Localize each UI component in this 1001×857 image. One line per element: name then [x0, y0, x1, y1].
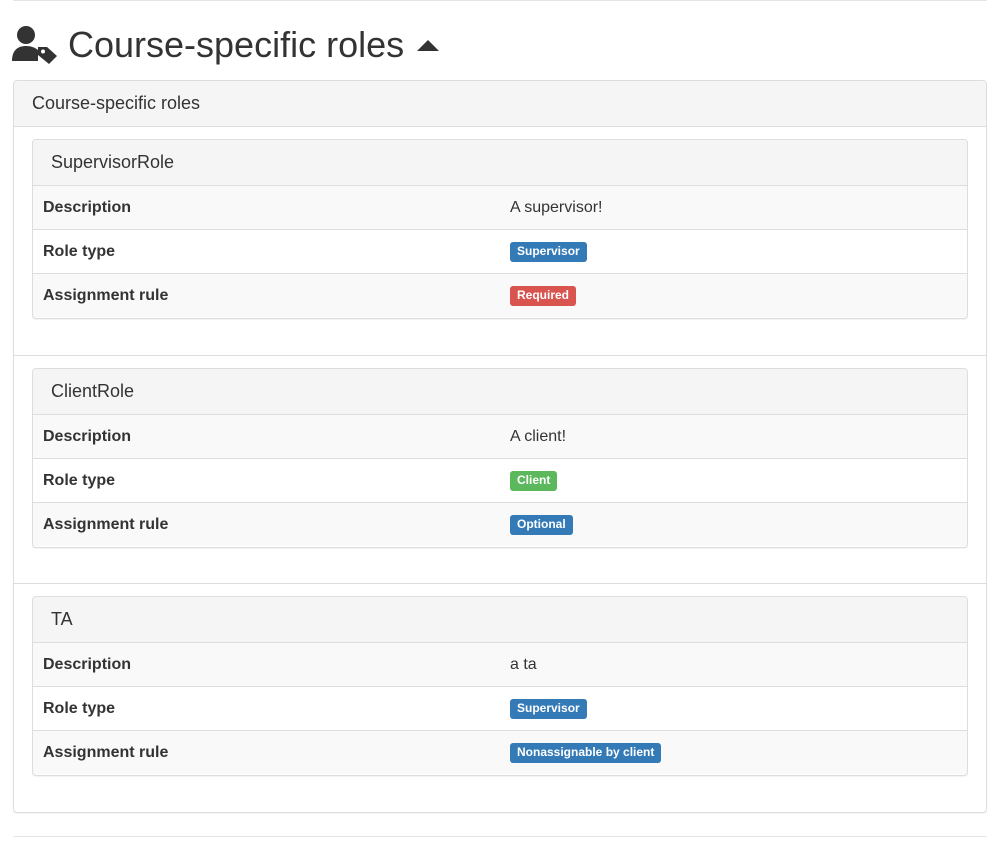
table-row: Assignment rule Required	[33, 273, 967, 317]
table-row: Role type Supervisor	[33, 229, 967, 274]
assignment-rule-badge: Required	[510, 285, 577, 306]
caret-up-icon[interactable]	[416, 38, 440, 52]
table-row: Description a ta	[33, 643, 967, 687]
roles-panel: Course-specific roles SupervisorRole Des…	[13, 80, 987, 813]
assignment-rule-badge: Nonassignable by client	[510, 742, 662, 763]
role-name: SupervisorRole	[33, 140, 967, 186]
description-value: a ta	[500, 643, 967, 687]
role-card: TA Description a ta Role type Supervisor…	[32, 596, 968, 776]
description-value: A supervisor!	[500, 186, 967, 230]
assignment-rule-badge: Optional	[510, 514, 573, 535]
role-card: SupervisorRole Description A supervisor!…	[32, 139, 968, 319]
role-name: ClientRole	[33, 369, 967, 415]
table-row: Role type Client	[33, 458, 967, 503]
role-type-badge: Supervisor	[510, 241, 587, 262]
assignment-rule-label: Assignment rule	[33, 273, 500, 317]
table-row: Description A supervisor!	[33, 186, 967, 230]
top-divider	[13, 0, 987, 1]
role-name: TA	[33, 597, 967, 643]
page-title: Course-specific roles	[68, 24, 405, 65]
table-row: Assignment rule Nonassignable by client	[33, 730, 967, 774]
role-details-table: Description A client! Role type Client A…	[33, 415, 967, 546]
role-type-label: Role type	[33, 458, 500, 503]
role-details-table: Description a ta Role type Supervisor As…	[33, 643, 967, 774]
group-divider	[14, 355, 986, 356]
group-divider	[14, 583, 986, 584]
user-tag-icon	[12, 25, 60, 65]
role-details-table: Description A supervisor! Role type Supe…	[33, 186, 967, 317]
description-value: A client!	[500, 415, 967, 459]
description-label: Description	[33, 186, 500, 230]
role-type-label: Role type	[33, 686, 500, 731]
assignment-rule-label: Assignment rule	[33, 502, 500, 546]
role-type-badge: Client	[510, 470, 558, 491]
section-heading: Course-specific roles	[12, 22, 440, 68]
role-type-badge: Supervisor	[510, 698, 587, 719]
description-label: Description	[33, 643, 500, 687]
bottom-divider	[13, 836, 987, 837]
roles-panel-heading: Course-specific roles	[14, 81, 986, 127]
assignment-rule-label: Assignment rule	[33, 730, 500, 774]
role-type-label: Role type	[33, 229, 500, 274]
table-row: Assignment rule Optional	[33, 502, 967, 546]
role-card: ClientRole Description A client! Role ty…	[32, 368, 968, 548]
description-label: Description	[33, 415, 500, 459]
table-row: Role type Supervisor	[33, 686, 967, 731]
table-row: Description A client!	[33, 415, 967, 459]
